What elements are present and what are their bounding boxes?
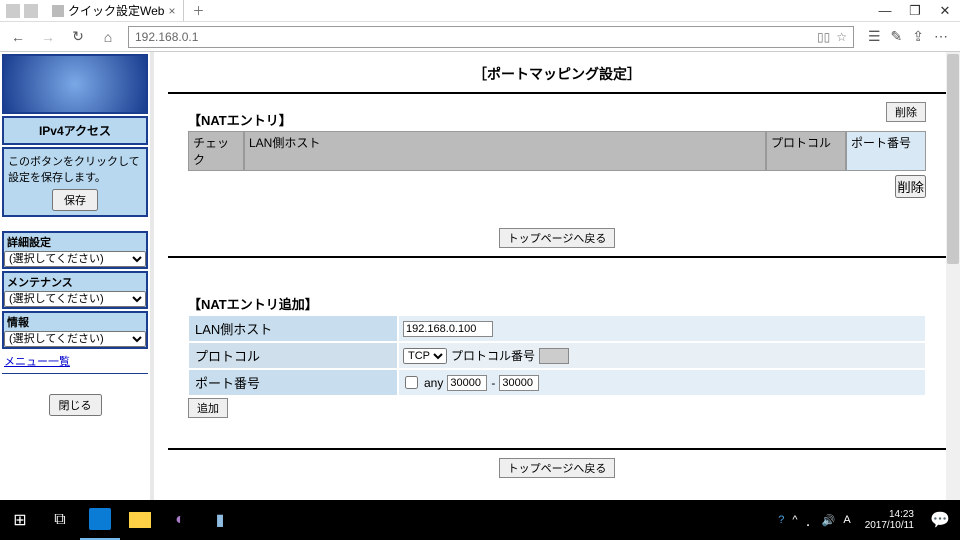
task-view-button[interactable]: ⧉ [40, 500, 80, 540]
hub-icon[interactable]: ☰ [868, 28, 881, 45]
add-button[interactable]: 追加 [188, 398, 228, 418]
url-input[interactable]: 192.168.0.1 ▯▯ ☆ [128, 26, 854, 48]
nav-home-button[interactable]: ⌂ [98, 29, 118, 45]
port-any-label: any [424, 376, 443, 390]
clock[interactable]: 14:23 2017/10/11 [859, 509, 920, 531]
col-check: チェック [188, 131, 244, 171]
save-description: このボタンをクリックして設定を保存します。 [8, 153, 142, 185]
ipv4-access-button[interactable]: IPv4アクセス [2, 116, 148, 145]
lan-host-label: LAN側ホスト [188, 315, 398, 342]
menu-info: 情報 (選択してください) [2, 311, 148, 349]
address-bar: ← → ↻ ⌂ 192.168.0.1 ▯▯ ☆ ☰ ✎ ⇪ ⋯ [0, 22, 960, 52]
tab-back-icon[interactable] [6, 4, 20, 18]
port-dash: - [491, 376, 495, 390]
sidebar-close-button[interactable]: 閉じる [49, 394, 102, 416]
app1-taskbar-icon[interactable]: ◐ [160, 500, 200, 540]
window-minimize-button[interactable]: ― [870, 3, 900, 18]
router-logo [2, 54, 148, 114]
menu-detail-label: 詳細設定 [4, 233, 146, 251]
back-to-top-button-1[interactable]: トップページへ戻る [499, 228, 616, 248]
menu-maintenance: メンテナンス (選択してください) [2, 271, 148, 309]
more-icon[interactable]: ⋯ [934, 28, 948, 45]
menu-list-link[interactable]: メニュー一覧 [2, 351, 72, 371]
col-lan: LAN側ホスト [244, 131, 766, 171]
edge-taskbar-icon[interactable] [80, 500, 120, 540]
reading-view-icon[interactable]: ▯▯ [817, 30, 830, 44]
nat-entry-heading: 【NATエントリ】 [188, 110, 292, 129]
scrollbar-thumb[interactable] [947, 54, 959, 264]
menu-info-select[interactable]: (選択してください) [4, 331, 146, 347]
nat-delete-top-button[interactable]: 削除 [886, 102, 926, 122]
menu-info-label: 情報 [4, 313, 146, 331]
system-tray[interactable]: ? ^ ⡀ 🔊 A [770, 514, 858, 527]
menu-detail: 詳細設定 (選択してください) [2, 231, 148, 269]
action-center-icon[interactable]: 💬 [920, 500, 960, 540]
wifi-icon[interactable]: ⡀ [806, 514, 814, 527]
window-titlebar: クイック設定Web × ＋ ― ❐ ✕ [0, 0, 960, 22]
new-tab-button[interactable]: ＋ [184, 2, 212, 19]
nat-delete-bottom-button[interactable]: 削除 [895, 175, 926, 198]
lan-host-input[interactable] [403, 321, 493, 337]
port-from-input[interactable] [447, 375, 487, 391]
save-box: このボタンをクリックして設定を保存します。 保存 [2, 147, 148, 217]
explorer-taskbar-icon[interactable] [120, 500, 160, 540]
back-to-top-button-2[interactable]: トップページへ戻る [499, 458, 616, 478]
nav-forward-button[interactable]: → [38, 29, 58, 45]
menu-detail-select[interactable]: (選択してください) [4, 251, 146, 267]
clock-date: 2017/10/11 [865, 520, 914, 531]
protocol-label: プロトコル [188, 342, 398, 369]
help-tray-icon[interactable]: ? [778, 514, 784, 526]
port-any-checkbox[interactable] [405, 376, 418, 389]
page-title: ［ポートマッピング設定］ [168, 64, 946, 84]
tab-close-icon[interactable]: × [168, 4, 175, 18]
window-close-button[interactable]: ✕ [930, 3, 960, 19]
save-button[interactable]: 保存 [52, 189, 98, 211]
scrollbar[interactable] [946, 52, 960, 500]
volume-icon[interactable]: 🔊 [822, 514, 836, 527]
notes-icon[interactable]: ✎ [891, 28, 903, 45]
taskbar: ⊞ ⧉ ◐ ▮ ? ^ ⡀ 🔊 A 14:23 2017/10/11 💬 [0, 500, 960, 540]
tab-title: クイック設定Web [68, 2, 164, 19]
tab-list-icon[interactable] [24, 4, 38, 18]
nav-refresh-button[interactable]: ↻ [68, 28, 88, 45]
col-port: ポート番号 [846, 131, 926, 171]
nat-add-form: LAN側ホスト プロトコル TCP プロトコル番号 ポート番号 any - [188, 315, 926, 396]
sidebar: IPv4アクセス このボタンをクリックして設定を保存します。 保存 詳細設定 (… [0, 52, 150, 500]
window-maximize-button[interactable]: ❐ [900, 3, 930, 19]
protocol-num-input [539, 348, 569, 364]
chevron-up-icon[interactable]: ^ [792, 514, 797, 526]
favicon-icon [52, 5, 64, 17]
app2-taskbar-icon[interactable]: ▮ [200, 500, 240, 540]
ime-icon[interactable]: A [843, 514, 850, 526]
favorite-star-icon[interactable]: ☆ [836, 30, 847, 44]
clock-time: 14:23 [865, 509, 914, 520]
menu-maintenance-label: メンテナンス [4, 273, 146, 291]
protocol-num-label: プロトコル番号 [451, 347, 535, 364]
url-text: 192.168.0.1 [135, 30, 198, 44]
nat-add-heading: 【NATエントリ追加】 [188, 294, 318, 313]
main-content: ［ポートマッピング設定］ 【NATエントリ】 削除 チェック LAN側ホスト プ… [150, 52, 960, 500]
col-proto: プロトコル [766, 131, 846, 171]
menu-maintenance-select[interactable]: (選択してください) [4, 291, 146, 307]
port-to-input[interactable] [499, 375, 539, 391]
port-label: ポート番号 [188, 369, 398, 396]
protocol-select[interactable]: TCP [403, 348, 447, 364]
share-icon[interactable]: ⇪ [912, 28, 924, 45]
browser-tab[interactable]: クイック設定Web × [44, 0, 184, 21]
start-button[interactable]: ⊞ [0, 500, 40, 540]
nav-back-button[interactable]: ← [8, 29, 28, 45]
nat-table-header: チェック LAN側ホスト プロトコル ポート番号 [188, 131, 926, 171]
